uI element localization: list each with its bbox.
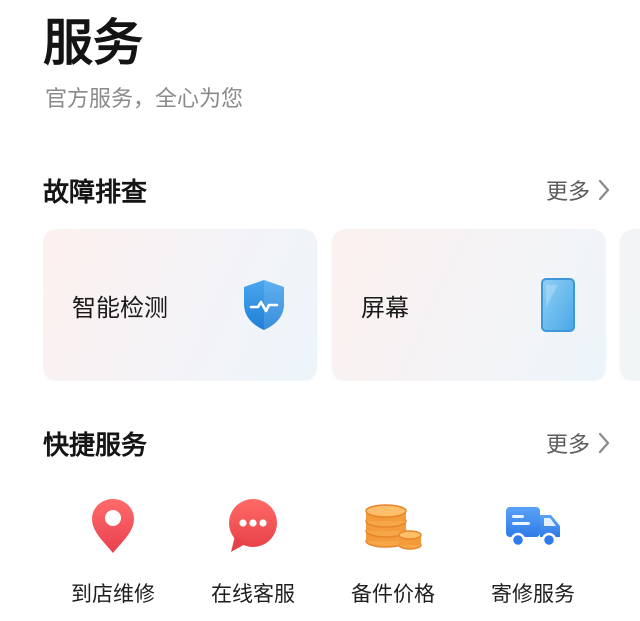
next-card-peek[interactable]: [620, 229, 640, 381]
mail-in-repair-item[interactable]: 寄修服务: [460, 494, 606, 614]
smart-detect-label: 智能检测: [72, 293, 168, 322]
delivery-truck-icon: [501, 494, 565, 558]
chevron-right-icon: [598, 179, 610, 201]
store-repair-item[interactable]: 到店维修: [40, 494, 186, 614]
shield-icon: [244, 280, 284, 330]
parts-price-item[interactable]: 备件价格: [320, 494, 466, 614]
mail-in-repair-label: 寄修服务: [491, 582, 575, 606]
screen-card[interactable]: 屏幕: [332, 229, 606, 381]
troubleshoot-more-link[interactable]: 更多: [546, 174, 610, 206]
screen-label: 屏幕: [361, 293, 409, 322]
quick-services-more-link[interactable]: 更多: [546, 427, 610, 459]
page-title: 服务: [43, 14, 143, 72]
phone-screen-icon: [541, 278, 575, 332]
online-support-item[interactable]: 在线客服: [180, 494, 326, 614]
coins-icon: [361, 494, 425, 558]
service-page: 服务 官方服务，全心为您 故障排查 更多 智能检测 屏幕 快捷服务 更多 到店维…: [0, 0, 640, 621]
location-pin-icon: [81, 494, 145, 558]
store-repair-label: 到店维修: [71, 582, 155, 606]
online-support-label: 在线客服: [211, 582, 295, 606]
quick-services-title: 快捷服务: [43, 430, 148, 461]
troubleshoot-header: 故障排查 更多: [43, 170, 610, 210]
parts-price-label: 备件价格: [351, 582, 435, 606]
troubleshoot-cards: 智能检测 屏幕: [43, 229, 640, 381]
troubleshoot-title: 故障排查: [43, 177, 148, 208]
chevron-right-icon: [598, 432, 610, 454]
quick-services-list: 到店维修 在线客服 备件价格 寄修服务: [40, 494, 600, 614]
smart-detect-card[interactable]: 智能检测: [43, 229, 317, 381]
page-subtitle: 官方服务，全心为您: [45, 87, 244, 112]
more-label: 更多: [545, 180, 590, 205]
quick-services-header: 快捷服务 更多: [43, 423, 610, 463]
more-label: 更多: [545, 433, 590, 458]
chat-bubble-icon: [221, 494, 285, 558]
